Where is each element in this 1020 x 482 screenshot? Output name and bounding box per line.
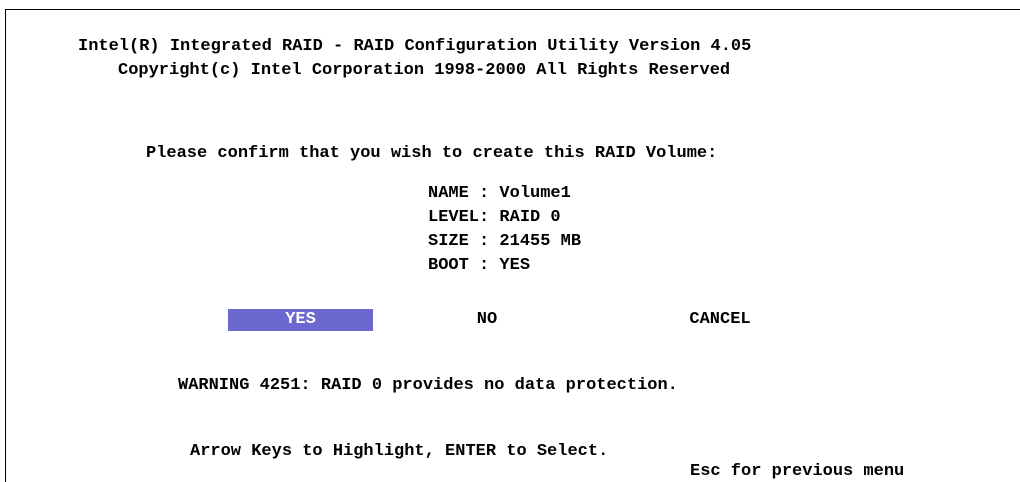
- volume-name: NAME : Volume1: [428, 184, 571, 203]
- yes-button[interactable]: YES: [228, 309, 373, 331]
- no-button[interactable]: NO: [455, 309, 519, 331]
- volume-size: SIZE : 21455 MB: [428, 232, 582, 251]
- esc-hint: Esc for previous menu: [690, 462, 905, 481]
- volume-boot: BOOT : YES: [428, 256, 531, 275]
- volume-level: LEVEL: RAID 0: [428, 208, 561, 227]
- cancel-button[interactable]: CANCEL: [670, 309, 770, 331]
- navigation-hint: Arrow Keys to Highlight, ENTER to Select…: [190, 442, 609, 461]
- screen-border-left: [5, 9, 6, 482]
- confirm-prompt: Please confirm that you wish to create t…: [146, 144, 718, 163]
- copyright-notice: Copyright(c) Intel Corporation 1998-2000…: [118, 61, 731, 80]
- screen-border-top: [5, 9, 1020, 10]
- utility-title: Intel(R) Integrated RAID - RAID Configur…: [78, 37, 752, 56]
- raid-warning: WARNING 4251: RAID 0 provides no data pr…: [178, 376, 678, 395]
